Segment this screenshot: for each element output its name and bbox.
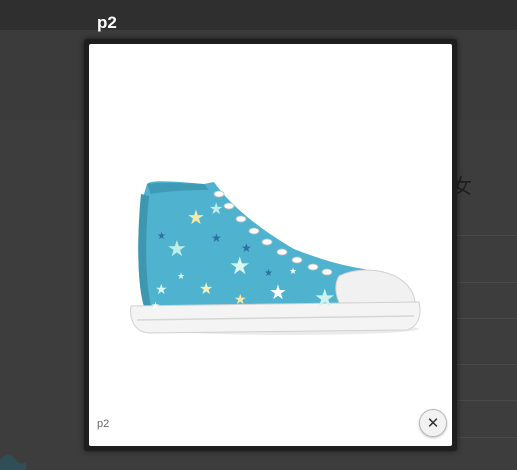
lightbox-content: ★ ★ ★ ★ ★ ★ ★ ★ ★ ★ ★ ★ ★ ★ ★ ★ p2 ✕ (89, 44, 452, 446)
svg-text:★: ★ (155, 282, 168, 298)
svg-text:★: ★ (269, 280, 287, 304)
svg-text:★: ★ (234, 292, 247, 308)
svg-text:★: ★ (187, 205, 205, 229)
svg-text:★: ★ (314, 284, 336, 312)
sneaker-image[interactable]: ★ ★ ★ ★ ★ ★ ★ ★ ★ ★ ★ ★ ★ ★ ★ ★ (89, 44, 452, 404)
background-divider (456, 318, 517, 319)
svg-text:★: ★ (167, 237, 187, 262)
svg-text:★: ★ (151, 301, 160, 312)
svg-text:★: ★ (241, 241, 252, 255)
background-divider (456, 437, 517, 438)
background-divider (456, 364, 517, 365)
close-icon[interactable]: ✕ (427, 414, 440, 432)
background-divider (456, 282, 517, 283)
svg-text:★: ★ (157, 231, 166, 242)
lightbox: ★ ★ ★ ★ ★ ★ ★ ★ ★ ★ ★ ★ ★ ★ ★ ★ p2 ✕ (84, 39, 457, 451)
svg-text:★: ★ (209, 199, 223, 218)
lightbox-caption: p2 (97, 418, 110, 430)
background-divider (456, 235, 517, 236)
svg-text:★: ★ (211, 231, 222, 245)
svg-text:★: ★ (289, 267, 297, 277)
lightbox-title: p2 (97, 13, 117, 32)
svg-text:★: ★ (177, 272, 185, 282)
svg-text:★: ★ (264, 268, 273, 279)
svg-text:★: ★ (229, 252, 251, 280)
svg-text:★: ★ (199, 279, 213, 298)
background-decoration (0, 454, 26, 470)
background-divider (456, 400, 517, 401)
background-top-bar (0, 0, 517, 30)
close-button[interactable]: ✕ (419, 409, 447, 437)
